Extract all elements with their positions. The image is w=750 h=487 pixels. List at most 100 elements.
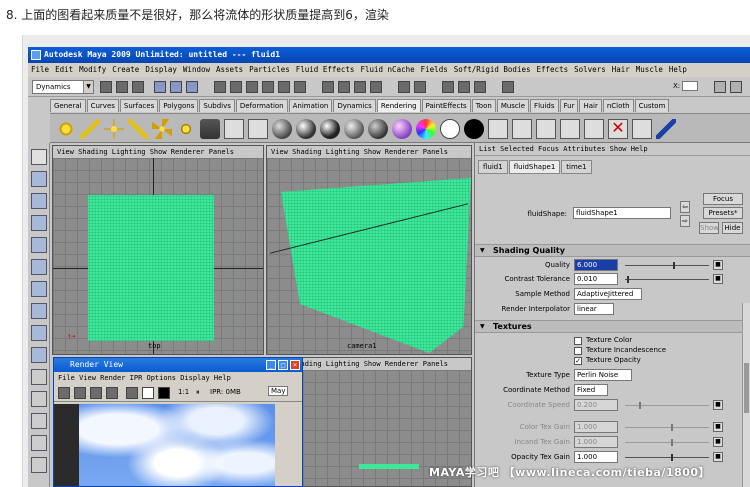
soft-mod-tool-icon[interactable] — [31, 303, 47, 319]
menu-item-fields[interactable]: Fields — [421, 65, 448, 74]
phong-icon[interactable] — [320, 119, 340, 139]
speed-slider-knob[interactable] — [639, 402, 641, 409]
snapshot-icon[interactable] — [90, 387, 102, 399]
shelf-tab-rendering[interactable]: Rendering — [376, 99, 421, 112]
menu-item-window[interactable]: Window — [183, 65, 210, 74]
menu-item-hair[interactable]: Hair — [612, 65, 630, 74]
camera-dropdown[interactable]: May — [268, 386, 289, 396]
contrast-slider-knob[interactable] — [627, 276, 629, 283]
hypershade-icon[interactable] — [248, 119, 268, 139]
single-pane-layout-icon[interactable] — [31, 369, 47, 385]
menu-item-solvers[interactable]: Solvers — [574, 65, 606, 74]
scrollbar-thumb[interactable] — [744, 363, 749, 413]
opacity-tex-gain-slider[interactable] — [625, 457, 709, 458]
attr-tab-time1[interactable]: time1 — [561, 160, 592, 174]
last-tool-icon[interactable] — [31, 347, 47, 363]
shelf-tab-subdivs[interactable]: Subdivs — [199, 99, 235, 112]
select-component-icon[interactable] — [186, 81, 198, 93]
focus-button[interactable]: Focus — [703, 193, 743, 205]
texture-color-checkbox[interactable] — [574, 337, 582, 345]
input-line-icon[interactable] — [502, 81, 514, 93]
shelf-tab-fur[interactable]: Fur — [559, 99, 579, 112]
new-scene-icon[interactable] — [100, 81, 112, 93]
volume-light-icon[interactable] — [176, 119, 196, 139]
save-scene-icon[interactable] — [132, 81, 144, 93]
shelf-tab-toon[interactable]: Toon — [471, 99, 496, 112]
mask-dynamics-icon[interactable] — [294, 81, 306, 93]
persp-outliner-layout-icon[interactable] — [31, 413, 47, 429]
menu-set-dropdown[interactable]: Dynamics ▼ — [32, 80, 94, 94]
textures-section[interactable]: Textures — [475, 320, 750, 333]
close-icon[interactable]: × — [290, 360, 300, 370]
surface-shader-icon[interactable] — [440, 119, 460, 139]
shelf-tab-curves[interactable]: Curves — [86, 99, 119, 112]
layered-shader-icon[interactable] — [392, 119, 412, 139]
map-button-icon[interactable]: ■ — [713, 400, 723, 410]
coordinate-speed-slider[interactable] — [625, 405, 709, 406]
render-frame-icon[interactable] — [442, 81, 454, 93]
render-settings-icon[interactable] — [474, 81, 486, 93]
render-view-icon[interactable] — [224, 119, 244, 139]
phonge-icon[interactable] — [344, 119, 364, 139]
menu-item-fluid-ncache[interactable]: Fluid nCache — [360, 65, 414, 74]
snap-plane-icon[interactable] — [370, 81, 382, 93]
menu-item-soft-rigid-bodies[interactable]: Soft/Rigid Bodies — [454, 65, 531, 74]
texture-incandescence-checkbox[interactable] — [574, 347, 582, 355]
mask-surfaces-icon[interactable] — [262, 81, 274, 93]
goto-input-icon[interactable]: ⇦ — [680, 201, 690, 213]
lasso-tool-icon[interactable] — [31, 171, 47, 187]
area-light-icon[interactable] — [152, 119, 172, 139]
contrast-tolerance-field[interactable]: 0.010 — [574, 273, 618, 285]
attr-tab-fluidshape1[interactable]: fluidShape1 — [508, 160, 561, 174]
map-button-icon[interactable]: ■ — [713, 274, 723, 284]
goto-output-icon[interactable]: ⇨ — [680, 215, 690, 227]
attr-editor-toggle-icon[interactable] — [714, 81, 726, 93]
viewport-persp[interactable]: View Shading Lighting Show Renderer Pane… — [266, 145, 472, 355]
shelf-tab-ncloth[interactable]: nCloth — [602, 99, 634, 112]
select-object-icon[interactable] — [170, 81, 182, 93]
shelf-tab-custom[interactable]: Custom — [634, 99, 670, 112]
cancel-batch-icon[interactable] — [536, 119, 556, 139]
fluid-container-top[interactable] — [88, 195, 214, 341]
ipr-icon[interactable] — [74, 387, 86, 399]
ratio-label[interactable]: 1:1 — [178, 388, 189, 396]
break-light-link-icon[interactable]: ✕ — [608, 119, 628, 139]
snap-grid-icon[interactable] — [322, 81, 334, 93]
make-light-link-icon[interactable] — [632, 119, 652, 139]
color-tex-gain-field[interactable]: 1.000 — [574, 421, 618, 433]
move-tool-icon[interactable] — [31, 215, 47, 231]
shelf-tab-surfaces[interactable]: Surfaces — [119, 99, 159, 112]
pause-icon[interactable]: ⏸ — [196, 388, 200, 397]
render-view-titlebar[interactable]: Render View _ □ × — [54, 358, 302, 372]
attr-tab-fluid1[interactable]: fluid1 — [478, 160, 508, 174]
opacity-tex-gain-field[interactable]: 1.000 — [574, 451, 618, 463]
hide-button[interactable]: Hide — [722, 222, 743, 234]
snap-curve-icon[interactable] — [338, 81, 350, 93]
quality-slider-knob[interactable] — [673, 262, 675, 269]
spot-light-icon[interactable] — [128, 119, 148, 139]
light-linking-icon[interactable] — [584, 119, 604, 139]
node-name-field[interactable]: fluidShape1 — [573, 207, 671, 219]
color-tex-gain-slider[interactable] — [625, 427, 709, 428]
rotate-tool-icon[interactable] — [31, 237, 47, 253]
snap-point-icon[interactable] — [354, 81, 366, 93]
mask-joints-icon[interactable] — [230, 81, 242, 93]
window-titlebar[interactable]: Autodesk Maya 2009 Unlimited: untitled -… — [28, 47, 750, 63]
shelf-tab-dynamics[interactable]: Dynamics — [333, 99, 376, 112]
shelf-tab-muscle[interactable]: Muscle — [496, 99, 530, 112]
menu-item-create[interactable]: Create — [112, 65, 139, 74]
alpha-channel-icon[interactable] — [142, 387, 154, 399]
paint-brush-icon[interactable] — [656, 119, 676, 139]
shelf-tab-deformation[interactable]: Deformation — [235, 99, 288, 112]
luminance-icon[interactable] — [158, 387, 170, 399]
menu-item-help[interactable]: Help — [669, 65, 687, 74]
menu-item-assets[interactable]: Assets — [216, 65, 243, 74]
color-gain-knob[interactable] — [671, 424, 673, 431]
map-button-icon[interactable]: ■ — [713, 260, 723, 270]
channel-box-toggle-icon[interactable] — [730, 81, 742, 93]
viewport-top[interactable]: View Shading Lighting Show Renderer Pane… — [52, 145, 264, 355]
attr-editor-scrollbar[interactable] — [742, 303, 750, 487]
quality-slider[interactable] — [625, 265, 709, 266]
lambert-icon[interactable] — [272, 119, 292, 139]
point-light-icon[interactable] — [104, 119, 124, 139]
